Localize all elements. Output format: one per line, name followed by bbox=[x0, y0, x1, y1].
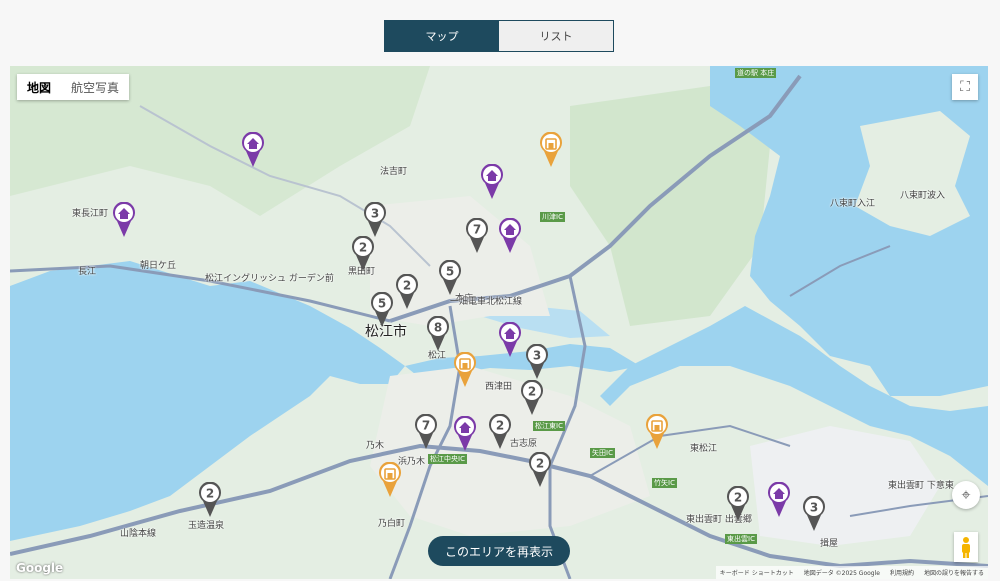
label-higashimatsue: 東松江 bbox=[690, 444, 718, 454]
label-hokko: 法吉町 bbox=[380, 167, 408, 177]
shop-marker-icon[interactable] bbox=[539, 131, 563, 172]
google-logo: Google bbox=[16, 561, 64, 575]
label-kosaka: 古志原 bbox=[510, 439, 538, 449]
svg-text:2: 2 bbox=[403, 279, 411, 293]
svg-text:2: 2 bbox=[206, 487, 214, 501]
label-nogi: 乃木 bbox=[366, 441, 385, 451]
svg-text:8: 8 bbox=[434, 321, 442, 335]
label-nogi-shira: 乃白町 bbox=[378, 519, 406, 529]
svg-text:7: 7 bbox=[422, 419, 430, 433]
sign-yada-ic: 矢田IC bbox=[590, 448, 615, 458]
svg-text:2: 2 bbox=[496, 419, 504, 433]
cluster-marker[interactable]: 2 bbox=[488, 413, 512, 454]
shop-marker-icon[interactable] bbox=[645, 413, 669, 454]
cluster-marker[interactable]: 7 bbox=[414, 413, 438, 454]
sign-higashi-izumo-ic: 東出雲IC bbox=[725, 534, 757, 544]
label-higashi-nagae: 東長江町 bbox=[72, 209, 109, 219]
cluster-marker[interactable]: 3 bbox=[802, 495, 826, 536]
sign-michi-no-eki: 道の駅 本庄 bbox=[735, 68, 777, 78]
map-type-map[interactable]: 地図 bbox=[17, 74, 61, 100]
label-english-garden: 松江イングリッシュ ガーデン前 bbox=[205, 274, 334, 284]
sign-takeya-ic: 竹矢IC bbox=[652, 478, 677, 488]
cluster-marker[interactable]: 2 bbox=[198, 481, 222, 522]
svg-text:5: 5 bbox=[378, 297, 386, 311]
svg-text:3: 3 bbox=[533, 349, 541, 363]
svg-text:7: 7 bbox=[473, 223, 481, 237]
svg-text:3: 3 bbox=[810, 501, 818, 515]
label-hamanogi: 浜乃木 bbox=[398, 457, 426, 467]
label-ibaya: 揖屋 bbox=[820, 539, 839, 549]
svg-text:3: 3 bbox=[371, 207, 379, 221]
cluster-marker[interactable]: 3 bbox=[525, 343, 549, 384]
my-location-icon[interactable]: ⌖ bbox=[952, 481, 980, 509]
view-toggle: マップ リスト bbox=[384, 20, 614, 52]
house-marker-icon[interactable] bbox=[112, 201, 136, 242]
label-asahigaoka: 朝日ケ丘 bbox=[140, 261, 177, 271]
sign-kawatsu-ic: 川津IC bbox=[540, 212, 565, 222]
cluster-marker[interactable]: 2 bbox=[395, 273, 419, 314]
map-type-control: 地図 航空写真 bbox=[17, 74, 130, 100]
house-marker-icon[interactable] bbox=[480, 163, 504, 204]
label-yatsuka-nami: 八束町波入 bbox=[900, 191, 946, 201]
cluster-marker[interactable]: 8 bbox=[426, 315, 450, 356]
report-error-link[interactable]: 地図の誤りを報告する bbox=[924, 568, 984, 577]
cluster-marker[interactable]: 2 bbox=[520, 379, 544, 420]
label-nishitsuda: 西津田 bbox=[485, 382, 513, 392]
svg-text:2: 2 bbox=[359, 241, 367, 255]
label-sanin-line: 山陰本線 bbox=[120, 529, 157, 539]
label-nagae: 長江 bbox=[78, 267, 97, 277]
reload-area-button[interactable]: このエリアを再表示 bbox=[428, 536, 570, 566]
map-view-tab[interactable]: マップ bbox=[385, 21, 499, 51]
svg-text:2: 2 bbox=[734, 491, 742, 505]
cluster-marker[interactable]: 2 bbox=[528, 451, 552, 492]
label-yatsuka-irie: 八束町入江 bbox=[830, 199, 876, 209]
keyboard-shortcuts-link[interactable]: キーボード ショートカット bbox=[720, 568, 794, 577]
map-data-credit: 地図データ ©2025 Google bbox=[803, 570, 880, 577]
street-view-pegman-icon[interactable] bbox=[954, 532, 978, 562]
cluster-marker[interactable]: 2 bbox=[726, 485, 750, 526]
house-marker-icon[interactable] bbox=[498, 217, 522, 258]
cluster-marker[interactable]: 2 bbox=[351, 235, 375, 276]
map-attribution: キーボード ショートカット 地図データ ©2025 Google 利用規約 地図… bbox=[715, 566, 988, 579]
list-view-tab[interactable]: リスト bbox=[499, 21, 613, 51]
terms-link[interactable]: 利用規約 bbox=[890, 568, 914, 577]
cluster-marker[interactable]: 5 bbox=[370, 291, 394, 332]
house-marker-icon[interactable] bbox=[241, 131, 265, 172]
sign-matsue-higashi-ic: 松江東IC bbox=[533, 421, 565, 431]
shop-marker-icon[interactable] bbox=[453, 351, 477, 392]
svg-text:2: 2 bbox=[528, 385, 536, 399]
house-marker-icon[interactable] bbox=[498, 321, 522, 362]
label-higashi-izumo-2: 東出雲町 下意東 bbox=[888, 481, 954, 491]
cluster-marker[interactable]: 7 bbox=[465, 217, 489, 258]
svg-text:5: 5 bbox=[446, 265, 454, 279]
house-marker-icon[interactable] bbox=[453, 415, 477, 456]
map-canvas[interactable]: 松江市 東長江町 長江 朝日ケ丘 松江イングリッシュ ガーデン前 黒田町 法吉町… bbox=[10, 66, 988, 579]
house-marker-icon[interactable] bbox=[767, 481, 791, 522]
shop-marker-icon[interactable] bbox=[378, 461, 402, 502]
map-type-satellite[interactable]: 航空写真 bbox=[61, 74, 129, 100]
cluster-marker[interactable]: 5 bbox=[438, 259, 462, 300]
svg-text:2: 2 bbox=[536, 457, 544, 471]
fullscreen-icon[interactable]: ⛶ bbox=[952, 74, 978, 100]
